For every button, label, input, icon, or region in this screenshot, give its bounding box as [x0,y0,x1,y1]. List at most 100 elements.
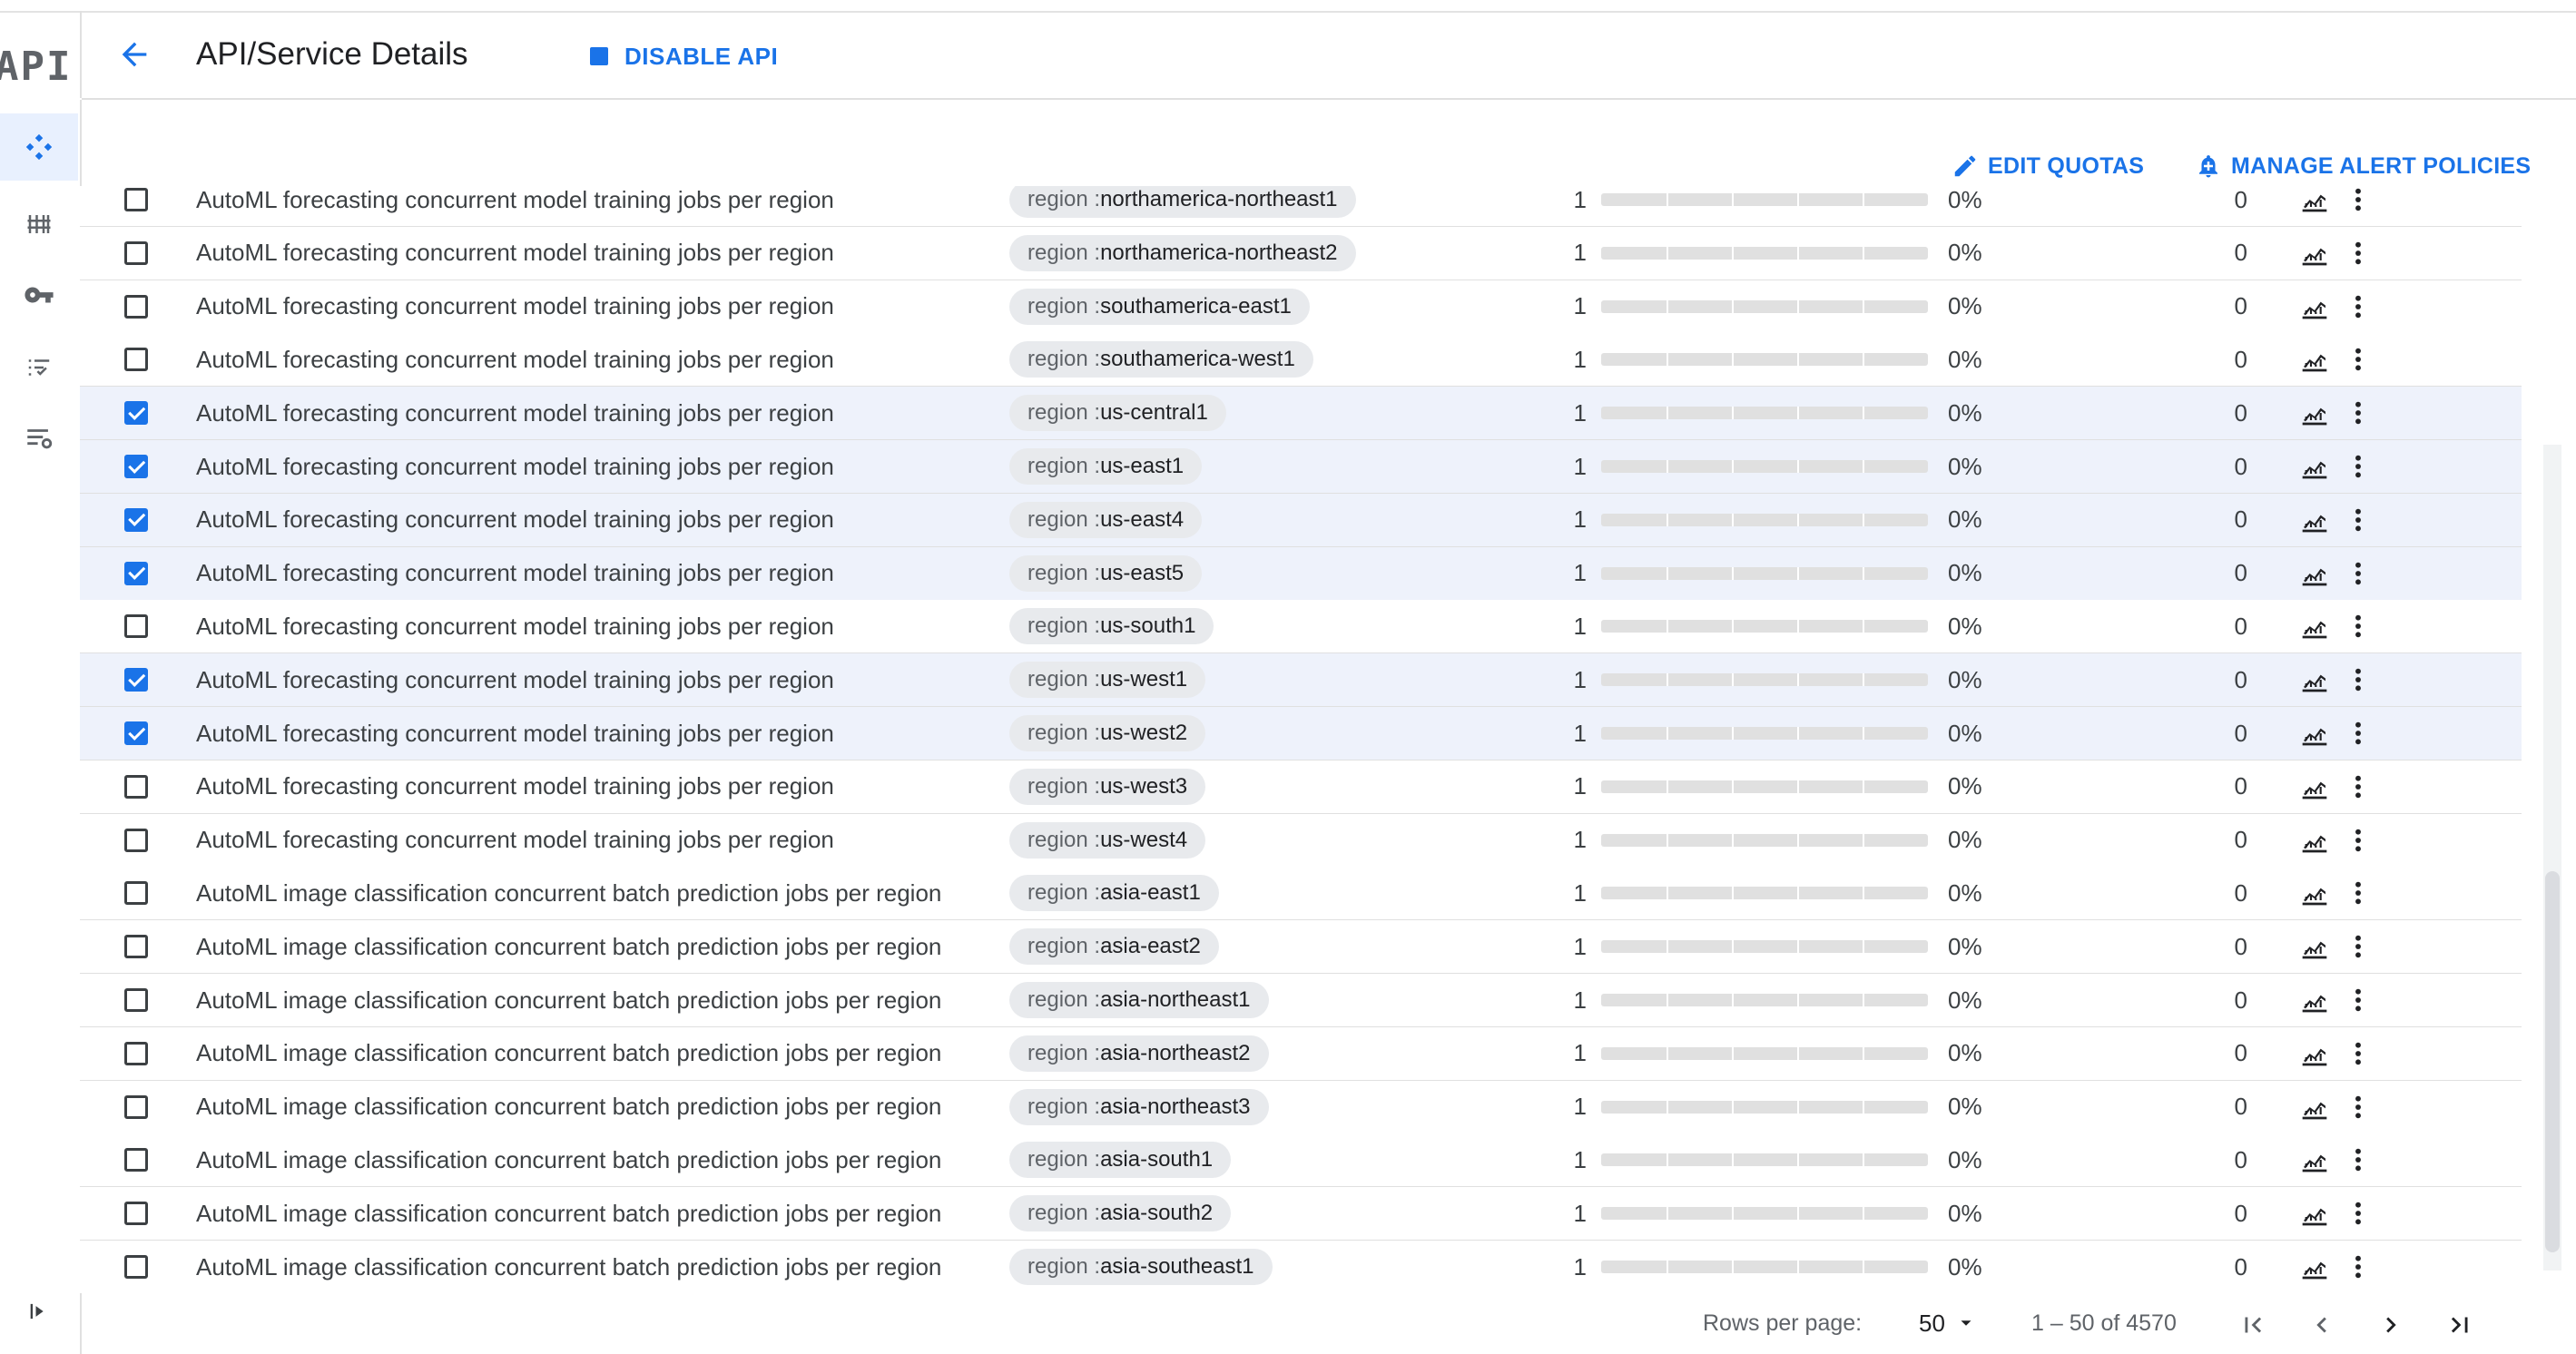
rail-item-dashboard[interactable] [0,191,78,258]
usage-chart-button[interactable] [2296,707,2333,760]
more-options-button[interactable] [2340,707,2376,760]
row-checkbox[interactable] [116,440,156,493]
more-options-button[interactable] [2340,1241,2376,1293]
last-page-button[interactable] [2438,1303,2482,1347]
more-options-button[interactable] [2340,494,2376,546]
usage-chart-button[interactable] [2296,653,2333,706]
table-row[interactable]: AutoML image classification concurrent b… [80,1241,2522,1293]
row-checkbox[interactable] [116,186,156,226]
more-options-button[interactable] [2340,760,2376,813]
usage-chart-button[interactable] [2296,547,2333,600]
more-options-button[interactable] [2340,280,2376,333]
table-row[interactable]: AutoML forecasting concurrent model trai… [80,387,2522,442]
more-options-button[interactable] [2340,1027,2376,1080]
usage-chart-button[interactable] [2296,814,2333,867]
table-row[interactable]: AutoML image classification concurrent b… [80,1026,2522,1082]
row-checkbox[interactable] [116,1027,156,1080]
more-options-button[interactable] [2340,1133,2376,1186]
more-options-button[interactable] [2340,867,2376,919]
more-options-button[interactable] [2340,600,2376,652]
row-checkbox[interactable] [116,280,156,333]
table-row[interactable]: AutoML forecasting concurrent model trai… [80,760,2522,815]
row-checkbox[interactable] [116,760,156,813]
table-row[interactable]: AutoML image classification concurrent b… [80,867,2522,922]
table-row[interactable]: AutoML forecasting concurrent model trai… [80,493,2522,548]
row-checkbox[interactable] [116,333,156,386]
more-options-button[interactable] [2340,814,2376,867]
table-row[interactable]: AutoML forecasting concurrent model trai… [80,653,2522,709]
row-checkbox[interactable] [116,387,156,439]
next-page-button[interactable] [2369,1303,2413,1347]
usage-chart-button[interactable] [2296,186,2333,226]
more-options-button[interactable] [2340,653,2376,706]
row-checkbox[interactable] [116,1241,156,1293]
rail-item-settings[interactable] [0,405,78,472]
row-checkbox[interactable] [116,814,156,867]
more-options-button[interactable] [2340,974,2376,1026]
table-row[interactable]: AutoML forecasting concurrent model trai… [80,333,2522,388]
usage-chart-button[interactable] [2296,227,2333,280]
rail-item-api-explorer[interactable] [0,113,78,181]
table-row[interactable]: AutoML forecasting concurrent model trai… [80,600,2522,655]
back-button[interactable] [113,33,156,76]
more-options-button[interactable] [2340,387,2376,439]
usage-chart-button[interactable] [2296,920,2333,973]
row-checkbox[interactable] [116,547,156,600]
row-checkbox[interactable] [116,600,156,652]
previous-page-button[interactable] [2300,1303,2344,1347]
table-row[interactable]: AutoML forecasting concurrent model trai… [80,440,2522,495]
more-options-button[interactable] [2340,920,2376,973]
more-options-button[interactable] [2340,547,2376,600]
usage-chart-button[interactable] [2296,1133,2333,1186]
usage-chart-button[interactable] [2296,760,2333,813]
more-options-button[interactable] [2340,227,2376,280]
more-options-button[interactable] [2340,186,2376,226]
usage-chart-button[interactable] [2296,1081,2333,1133]
row-checkbox[interactable] [116,1081,156,1133]
table-row[interactable]: AutoML image classification concurrent b… [80,1080,2522,1135]
rail-expand-button[interactable] [0,1278,78,1345]
row-checkbox[interactable] [116,227,156,280]
usage-chart-button[interactable] [2296,280,2333,333]
table-row[interactable]: AutoML forecasting concurrent model trai… [80,226,2522,281]
rail-item-checklist[interactable] [0,334,78,401]
table-row[interactable]: AutoML forecasting concurrent model trai… [80,813,2522,868]
usage-chart-button[interactable] [2296,440,2333,493]
usage-chart-button[interactable] [2296,974,2333,1026]
row-checkbox[interactable] [116,1187,156,1240]
scrollbar-thumb[interactable] [2545,871,2560,1252]
edit-quotas-button[interactable]: EDIT QUOTAS [1952,145,2144,187]
usage-chart-button[interactable] [2296,600,2333,652]
table-row[interactable]: AutoML forecasting concurrent model trai… [80,280,2522,335]
rows-per-page-select[interactable]: 50 [1919,1307,1976,1339]
row-checkbox[interactable] [116,494,156,546]
table-row[interactable]: AutoML forecasting concurrent model trai… [80,707,2522,761]
more-options-button[interactable] [2340,333,2376,386]
usage-chart-button[interactable] [2296,1187,2333,1240]
table-row[interactable]: AutoML image classification concurrent b… [80,1187,2522,1242]
more-options-button[interactable] [2340,1187,2376,1240]
table-row[interactable]: AutoML image classification concurrent b… [80,920,2522,976]
table-row[interactable]: AutoML forecasting concurrent model trai… [80,186,2522,228]
row-checkbox[interactable] [116,707,156,760]
usage-chart-button[interactable] [2296,494,2333,546]
usage-chart-button[interactable] [2296,1027,2333,1080]
row-checkbox[interactable] [116,920,156,973]
table-row[interactable]: AutoML forecasting concurrent model trai… [80,546,2522,602]
manage-alert-policies-button[interactable]: MANAGE ALERT POLICIES [2195,145,2531,187]
usage-chart-button[interactable] [2296,387,2333,439]
row-checkbox[interactable] [116,1133,156,1186]
row-checkbox[interactable] [116,974,156,1026]
table-row[interactable]: AutoML image classification concurrent b… [80,1133,2522,1189]
first-page-button[interactable] [2231,1303,2275,1347]
disable-api-button[interactable]: DISABLE API [590,38,778,74]
usage-chart-button[interactable] [2296,867,2333,919]
row-checkbox[interactable] [116,867,156,919]
table-row[interactable]: AutoML image classification concurrent b… [80,974,2522,1028]
row-checkbox[interactable] [116,653,156,706]
more-options-button[interactable] [2340,440,2376,493]
usage-chart-button[interactable] [2296,1241,2333,1293]
rail-item-credentials[interactable] [0,261,78,329]
more-options-button[interactable] [2340,1081,2376,1133]
usage-chart-button[interactable] [2296,333,2333,386]
